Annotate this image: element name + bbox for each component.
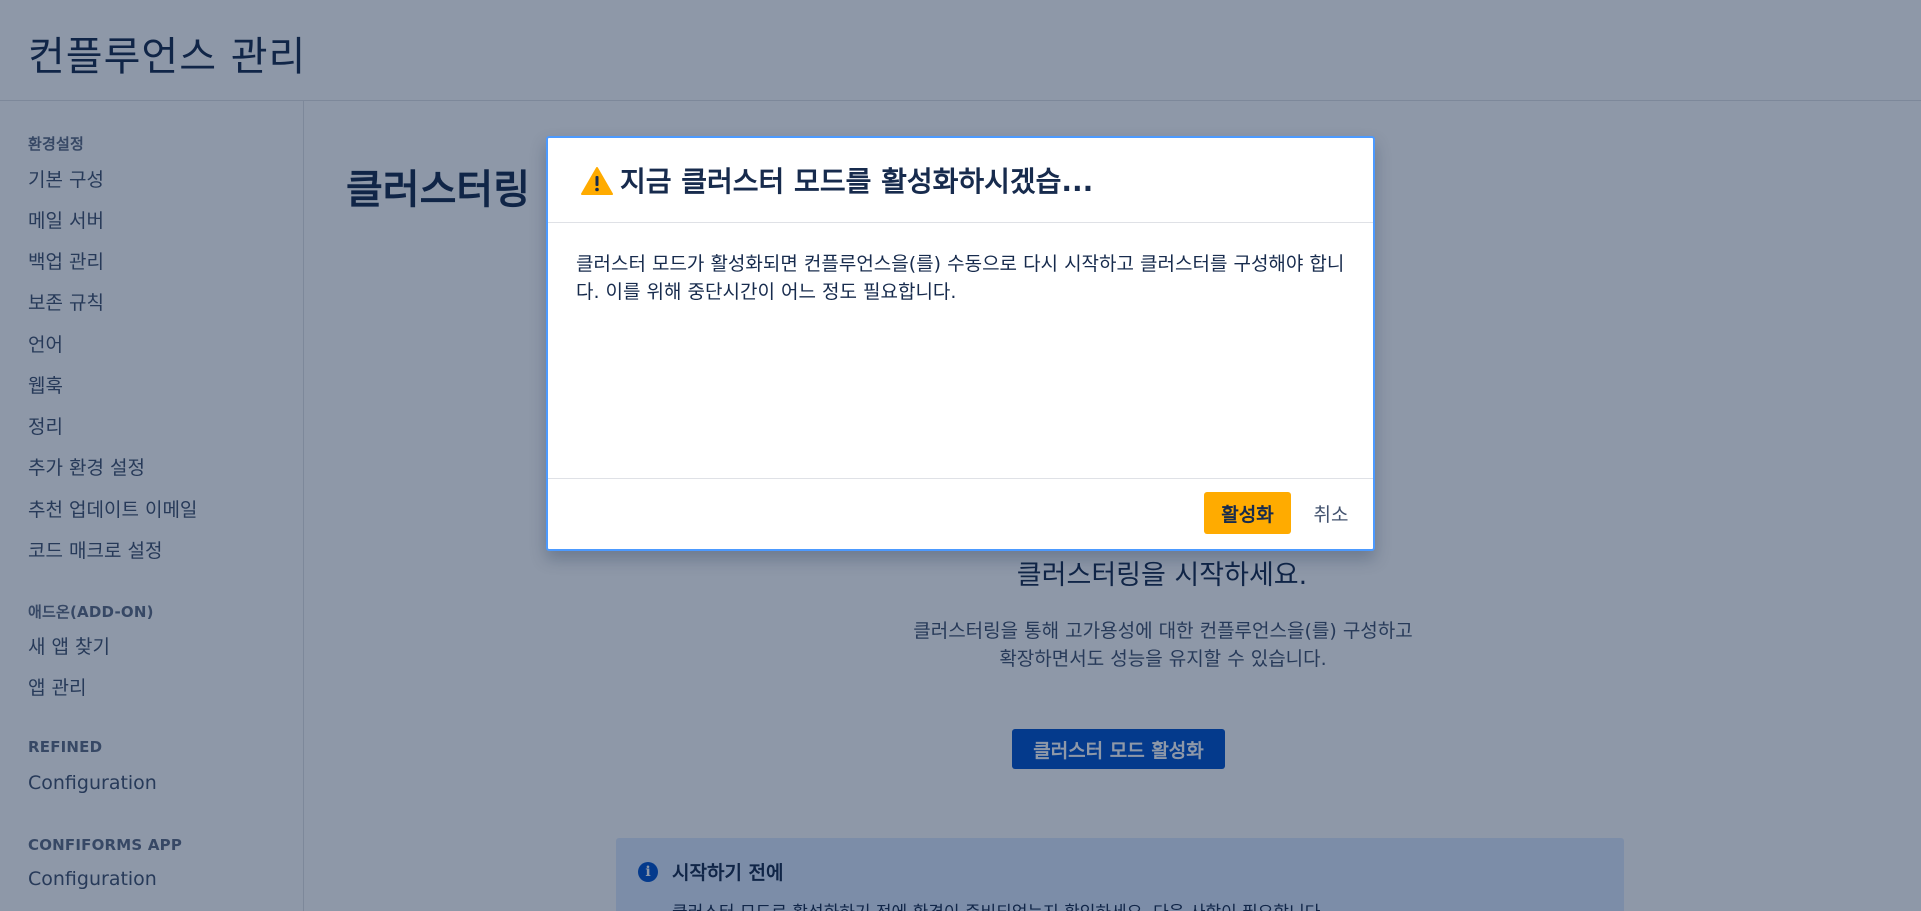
dialog-title: 지금 클러스터 모드를 활성화하시겠습... <box>620 165 1094 198</box>
dialog-header: 지금 클러스터 모드를 활성화하시겠습... <box>548 138 1373 223</box>
activate-button[interactable]: 활성화 <box>1204 492 1291 534</box>
warning-icon <box>581 167 613 195</box>
confirm-cluster-dialog: 지금 클러스터 모드를 활성화하시겠습... 클러스터 모드가 활성화되면 컨플… <box>546 136 1375 551</box>
cancel-button[interactable]: 취소 <box>1301 492 1361 534</box>
dialog-footer: 활성화 취소 <box>548 478 1373 549</box>
dialog-body: 클러스터 모드가 활성화되면 컨플루언스을(를) 수동으로 다시 시작하고 클러… <box>576 253 1345 303</box>
